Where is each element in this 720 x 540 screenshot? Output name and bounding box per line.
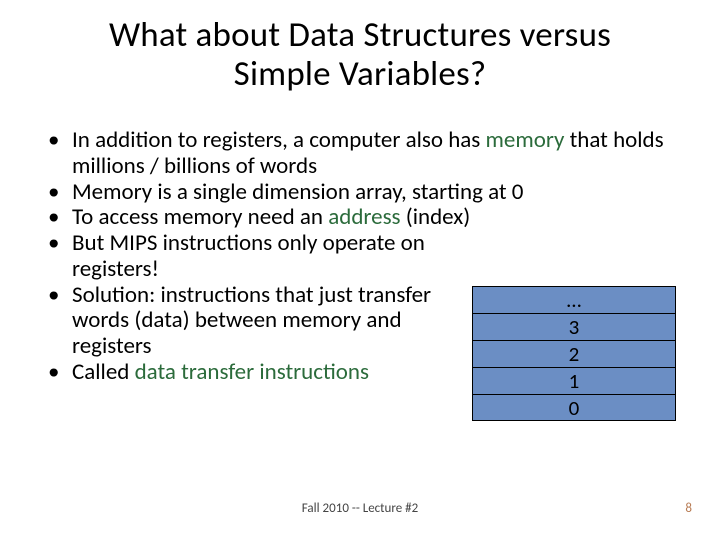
title-line-2: Simple Variables? — [234, 53, 487, 95]
bullet-accent: memory — [486, 126, 565, 154]
bullet-text: Called — [72, 358, 135, 386]
memory-cell: 1 — [472, 367, 676, 394]
bullet-item: In addition to registers, a computer als… — [42, 128, 690, 180]
bullet-text: In addition to registers, a computer als… — [72, 126, 486, 154]
bullet-text: Solution: instructions that just transfe… — [72, 281, 431, 361]
bullet-accent: data transfer instructions — [135, 358, 369, 386]
bullet-item: To access memory need an address (index) — [42, 205, 690, 231]
bullet-text: Memory is a single dimension array, star… — [72, 178, 523, 206]
memory-stack: … 3 2 1 0 — [472, 286, 676, 421]
slide-title: What about Data Structures versus Simple… — [0, 16, 720, 93]
memory-cell: … — [472, 286, 676, 313]
memory-cell: 3 — [472, 313, 676, 340]
memory-cell: 0 — [472, 394, 676, 421]
footer-text: Fall 2010 -- Lecture #2 — [0, 501, 720, 516]
bullet-text: (index) — [401, 203, 471, 231]
slide: What about Data Structures versus Simple… — [0, 0, 720, 540]
bullet-accent: address — [328, 203, 400, 231]
memory-cell: 2 — [472, 340, 676, 367]
bullet-item: But MIPS instructions only operate on re… — [42, 231, 442, 283]
bullet-item: Solution: instructions that just transfe… — [42, 283, 442, 360]
bullet-text: To access memory need an — [72, 203, 328, 231]
bullet-text: But MIPS instructions only operate on re… — [72, 229, 425, 283]
page-number: 8 — [685, 501, 692, 516]
bullet-item: Called data transfer instructions — [42, 360, 442, 386]
title-line-1: What about Data Structures versus — [109, 14, 611, 56]
bullet-item: Memory is a single dimension array, star… — [42, 180, 690, 206]
